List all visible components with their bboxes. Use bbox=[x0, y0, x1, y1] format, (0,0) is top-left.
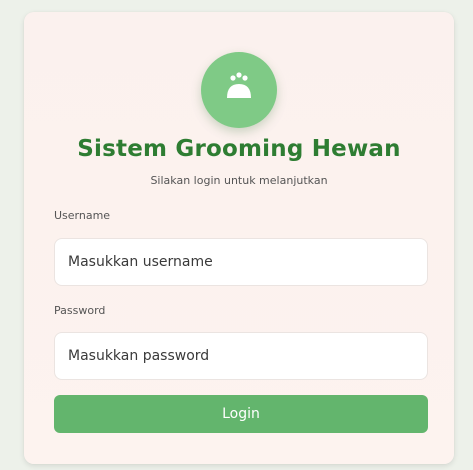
logo-badge bbox=[201, 52, 277, 128]
password-label: Password bbox=[54, 304, 106, 317]
password-input[interactable] bbox=[54, 332, 428, 380]
login-button[interactable]: Login bbox=[54, 395, 428, 433]
login-card: Sistem Grooming Hewan Silakan login untu… bbox=[24, 12, 454, 464]
paw-face-icon bbox=[227, 72, 251, 98]
page-title: Sistem Grooming Hewan bbox=[77, 136, 401, 162]
page-subtitle: Silakan login untuk melanjutkan bbox=[150, 174, 328, 187]
username-input[interactable] bbox=[54, 238, 428, 286]
username-label: Username bbox=[54, 209, 111, 222]
